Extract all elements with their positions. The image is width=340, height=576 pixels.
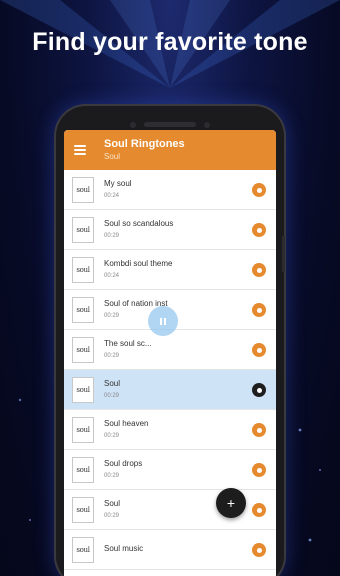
ringtone-title: Kombdi soul theme	[104, 259, 173, 268]
ringtone-duration: 00:29	[104, 393, 120, 399]
ringtone-thumbnail: soul	[72, 176, 94, 203]
ringtone-thumbnail: soul	[72, 256, 94, 283]
menu-icon[interactable]	[74, 145, 86, 155]
ringtone-meta: My soul 00:24	[104, 178, 132, 201]
phone-camera	[204, 122, 210, 128]
ringtone-title: Soul heaven	[104, 419, 149, 428]
ringtone-meta: Soul 00:29	[104, 378, 120, 401]
play-icon[interactable]	[252, 303, 266, 317]
play-icon[interactable]	[252, 343, 266, 357]
add-button[interactable]: +	[216, 488, 246, 518]
ringtone-thumbnail: soul	[72, 416, 94, 443]
ringtone-row[interactable]: soul Soul 00:29	[64, 370, 276, 410]
ringtone-duration: 00:29	[104, 513, 120, 519]
ringtone-title: Soul so scandalous	[104, 219, 174, 228]
ringtone-thumbnail: soul	[72, 456, 94, 483]
ringtone-row[interactable]: soul Soul music	[64, 530, 276, 570]
play-icon[interactable]	[252, 423, 266, 437]
ringtone-duration: 00:29	[104, 233, 120, 239]
ringtone-row[interactable]: soul My soul 00:24	[64, 170, 276, 210]
ringtone-meta: Soul drops 00:29	[104, 458, 142, 481]
ringtone-title: The soul sc...	[104, 339, 152, 348]
app-title: Soul Ringtones	[104, 138, 185, 150]
app-subtitle: Soul	[104, 152, 121, 161]
ringtone-meta: The soul sc... 00:29	[104, 338, 152, 361]
play-icon[interactable]	[252, 183, 266, 197]
phone-mockup: Soul Ringtones Soul soul My soul 00:24 soul…	[56, 106, 285, 576]
ringtone-row[interactable]: soul Soul heaven 00:29	[64, 410, 276, 450]
play-icon[interactable]	[252, 263, 266, 277]
play-icon[interactable]	[252, 223, 266, 237]
play-icon[interactable]	[252, 503, 266, 517]
ringtone-duration: 00:24	[104, 273, 120, 279]
ringtone-row[interactable]: soul Kombdi soul theme 00:24	[64, 250, 276, 290]
app-bar-titles: Soul Ringtones Soul	[104, 138, 185, 162]
ringtone-meta: Kombdi soul theme 00:24	[104, 258, 172, 281]
ringtone-meta: Soul heaven 00:29	[104, 418, 148, 441]
ringtone-title: Soul drops	[104, 459, 143, 468]
ringtone-title: Soul	[104, 379, 121, 388]
app-bar: Soul Ringtones Soul	[64, 130, 276, 170]
ringtone-thumbnail: soul	[72, 216, 94, 243]
ringtone-duration: 00:29	[104, 353, 120, 359]
app-screen: Soul Ringtones Soul soul My soul 00:24 soul…	[64, 130, 276, 576]
ringtone-title: Soul	[104, 499, 121, 508]
ringtone-row[interactable]: soul The soul sc... 00:29	[64, 330, 276, 370]
ringtone-duration: 00:24	[104, 193, 120, 199]
phone-power-button	[282, 236, 285, 272]
ringtone-thumbnail: soul	[72, 336, 94, 363]
play-icon[interactable]	[252, 543, 266, 557]
headline: Find your favorite tone	[32, 28, 308, 56]
ringtone-meta: Soul 00:29	[104, 498, 120, 521]
play-icon[interactable]	[252, 383, 266, 397]
ringtone-thumbnail: soul	[72, 376, 94, 403]
play-icon[interactable]	[252, 463, 266, 477]
ringtone-thumbnail: soul	[72, 496, 94, 523]
ringtone-meta: Soul so scandalous 00:29	[104, 218, 173, 241]
phone-speaker	[144, 122, 196, 127]
ringtone-meta: Soul music	[104, 543, 143, 557]
ringtone-row[interactable]: soul Soul so scandalous 00:29	[64, 210, 276, 250]
ringtone-duration: 00:29	[104, 473, 120, 479]
phone-sensor	[130, 122, 136, 128]
ringtone-title: Soul music	[104, 543, 144, 553]
ringtone-duration: 00:29	[104, 433, 120, 439]
ringtone-title: My soul	[104, 179, 132, 188]
ringtone-thumbnail: soul	[72, 296, 94, 323]
pause-icon[interactable]	[148, 306, 178, 336]
ringtone-row[interactable]: soul Soul drops 00:29	[64, 450, 276, 490]
ringtone-thumbnail: soul	[72, 536, 94, 563]
